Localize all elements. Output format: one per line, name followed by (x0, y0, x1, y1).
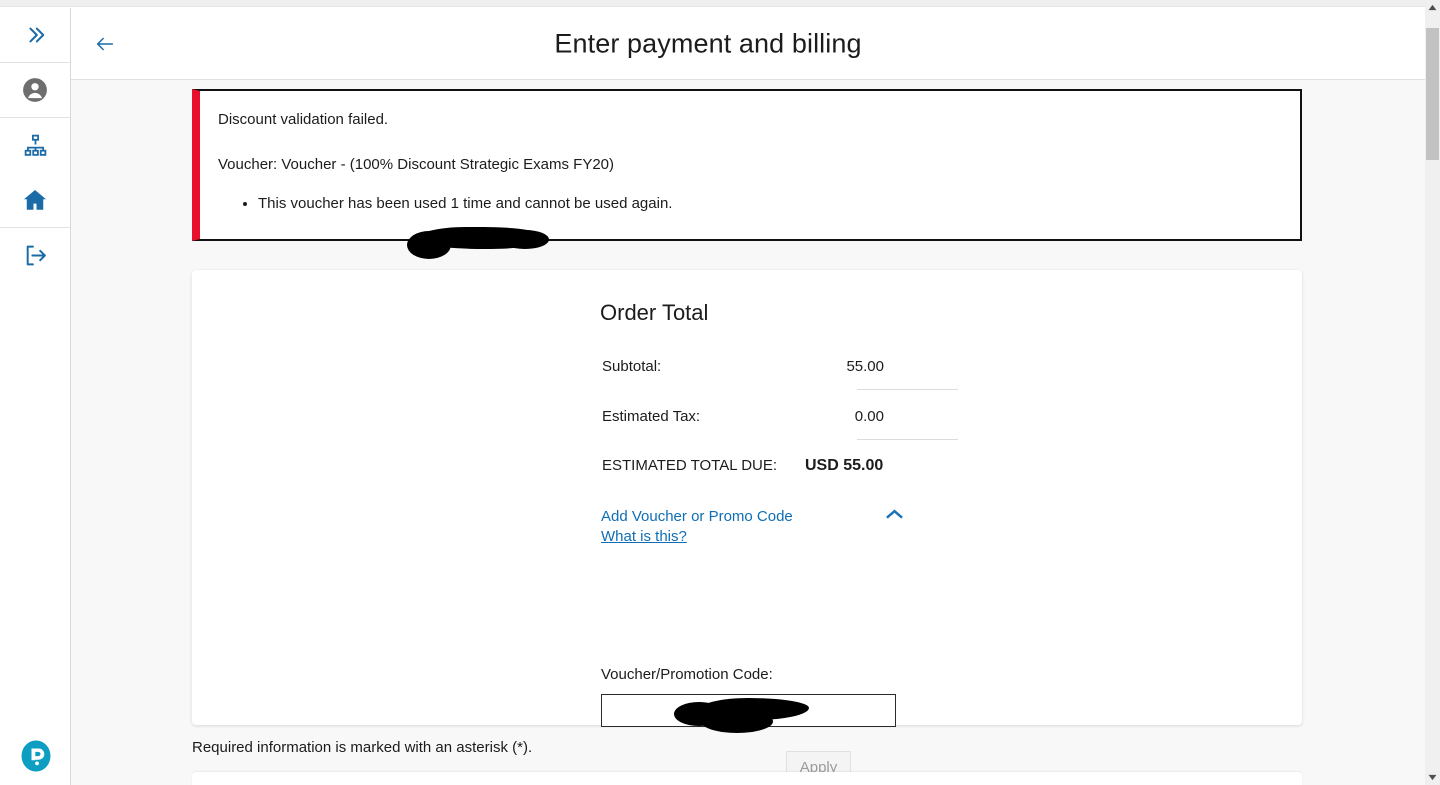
add-voucher-promo-link[interactable]: Add Voucher or Promo Code (601, 508, 793, 525)
logout-icon (26, 245, 46, 266)
billing-details-card (192, 772, 1302, 785)
double-chevron-right-icon (29, 27, 45, 43)
error-voucher-line: Voucher: Voucher - (100% Discount Strate… (218, 156, 614, 173)
required-information-note: Required information is marked with an a… (192, 739, 533, 756)
promo-section-toggle[interactable] (880, 502, 908, 526)
page-scrollbar[interactable] (1425, 0, 1440, 785)
voucher-code-label: Voucher/Promotion Code: (601, 666, 773, 683)
sitemap-icon (24, 134, 46, 156)
tax-row: Estimated Tax: 0.00 (602, 408, 892, 434)
subtotal-value: 55.00 (846, 358, 884, 375)
scrollbar-down-button[interactable] (1425, 770, 1440, 785)
sidebar-item-expand-menu[interactable] (0, 8, 70, 63)
left-sidebar (0, 8, 71, 785)
error-voucher-prefix: Voucher: Voucher - (218, 156, 350, 173)
pearson-logo-icon (21, 740, 50, 772)
browser-top-strip (0, 0, 1440, 7)
sidebar-item-account[interactable] (0, 63, 70, 118)
order-total-heading: Order Total (600, 300, 709, 325)
order-total-card: Order Total Subtotal: 55.00 Estimated Ta… (192, 270, 1302, 784)
estimated-total-label: ESTIMATED TOTAL DUE: (602, 457, 778, 474)
sidebar-item-home[interactable] (0, 173, 70, 228)
error-title: Discount validation failed. (218, 111, 389, 128)
triangle-up-icon (1428, 4, 1437, 11)
error-bullet-item: This voucher has been used 1 time and ca… (258, 195, 672, 212)
divider-tax (857, 439, 958, 440)
tax-label: Estimated Tax: (602, 408, 701, 425)
voucher-code-input[interactable] (601, 694, 896, 727)
error-voucher-suffix: (100% Discount Strategic Exams FY20) (349, 156, 615, 173)
scrollbar-thumb[interactable] (1426, 28, 1439, 160)
subtotal-label: Subtotal: (602, 358, 662, 375)
subtotal-row: Subtotal: 55.00 (602, 358, 892, 384)
tax-value: 0.00 (854, 408, 884, 425)
page-header: Enter payment and billing (71, 8, 1425, 80)
divider-subtotal (857, 389, 958, 390)
triangle-down-icon (1428, 774, 1437, 781)
page-title: Enter payment and billing (554, 28, 862, 58)
scrollbar-up-button[interactable] (1425, 0, 1440, 15)
estimated-total-value: USD 55.00 (805, 457, 884, 474)
user-avatar-icon (23, 78, 47, 102)
discount-error-banner: Discount validation failed. Voucher: Vou… (192, 89, 1302, 241)
chevron-up-icon (885, 509, 903, 519)
error-bullet-list: This voucher has been used 1 time and ca… (240, 195, 672, 212)
estimated-total-row: ESTIMATED TOTAL DUE: USD 55.00 (602, 457, 892, 483)
pearson-logo[interactable] (0, 739, 71, 773)
payment-billing-page: Enter payment and billing Discount valid… (0, 0, 1440, 785)
main-content: Discount validation failed. Voucher: Vou… (71, 80, 1425, 785)
home-icon (23, 190, 47, 210)
what-is-this-link[interactable]: What is this? (601, 528, 687, 545)
sidebar-item-sign-out[interactable] (0, 228, 70, 283)
sidebar-item-organization[interactable] (0, 118, 70, 173)
